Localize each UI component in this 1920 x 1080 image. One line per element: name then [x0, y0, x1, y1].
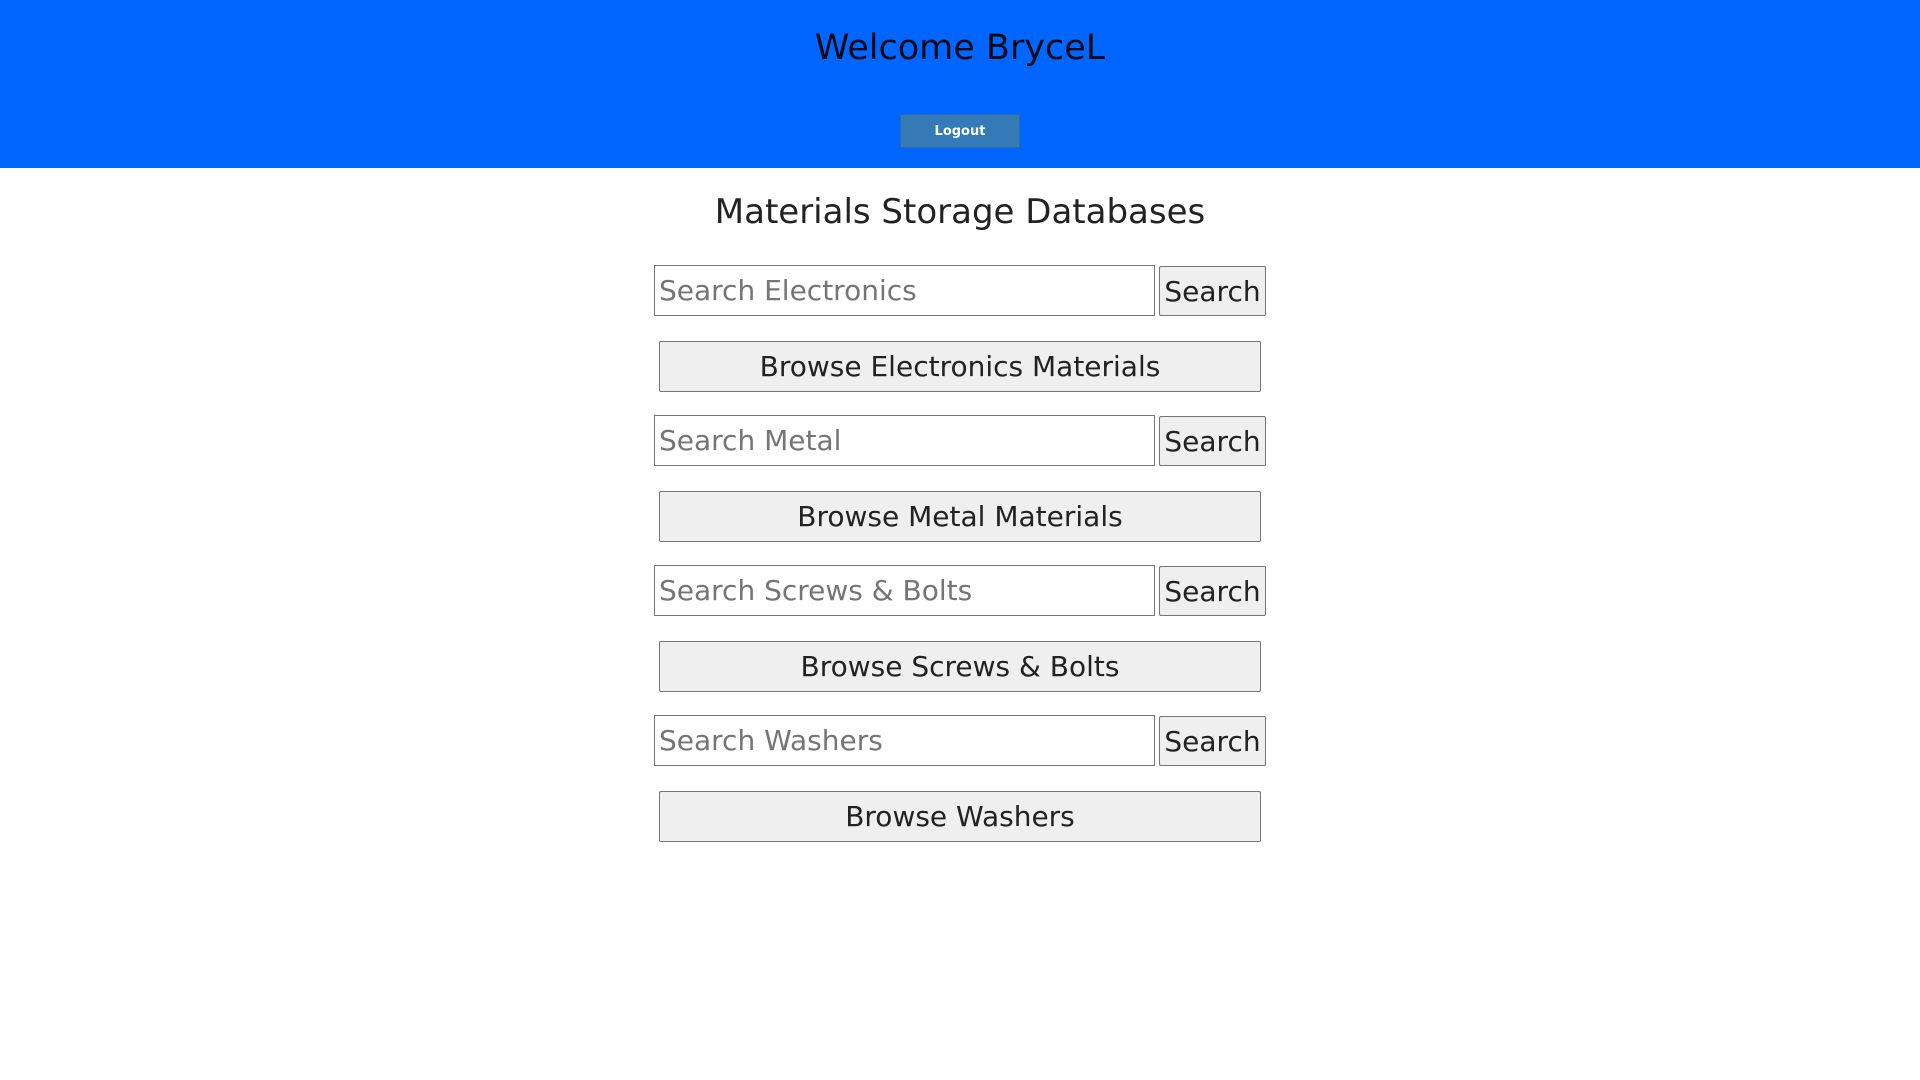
screws-bolts-search-button[interactable]: Search	[1159, 566, 1266, 616]
page-title: Materials Storage Databases	[714, 192, 1206, 232]
washers-search-button[interactable]: Search	[1159, 716, 1266, 766]
welcome-message: Welcome BryceL	[814, 28, 1106, 68]
electronics-search-input[interactable]	[654, 265, 1155, 316]
metal-search-input[interactable]	[654, 415, 1155, 466]
screws-bolts-search-row: Search	[654, 565, 1266, 617]
metal-search-button[interactable]: Search	[1159, 416, 1266, 466]
washers-search-row: Search	[654, 715, 1266, 767]
electronics-search-row: Search	[654, 265, 1266, 317]
header-bar: Welcome BryceL Logout	[0, 0, 1920, 168]
browse-electronics-button[interactable]: Browse Electronics Materials	[659, 341, 1261, 392]
browse-metal-button[interactable]: Browse Metal Materials	[659, 491, 1261, 542]
washers-search-input[interactable]	[654, 715, 1155, 766]
logout-button[interactable]: Logout	[900, 114, 1020, 148]
screws-bolts-search-input[interactable]	[654, 565, 1155, 616]
electronics-search-button[interactable]: Search	[1159, 266, 1266, 316]
metal-search-row: Search	[654, 415, 1266, 467]
browse-screws-bolts-button[interactable]: Browse Screws & Bolts	[659, 641, 1261, 692]
browse-washers-button[interactable]: Browse Washers	[659, 791, 1261, 842]
